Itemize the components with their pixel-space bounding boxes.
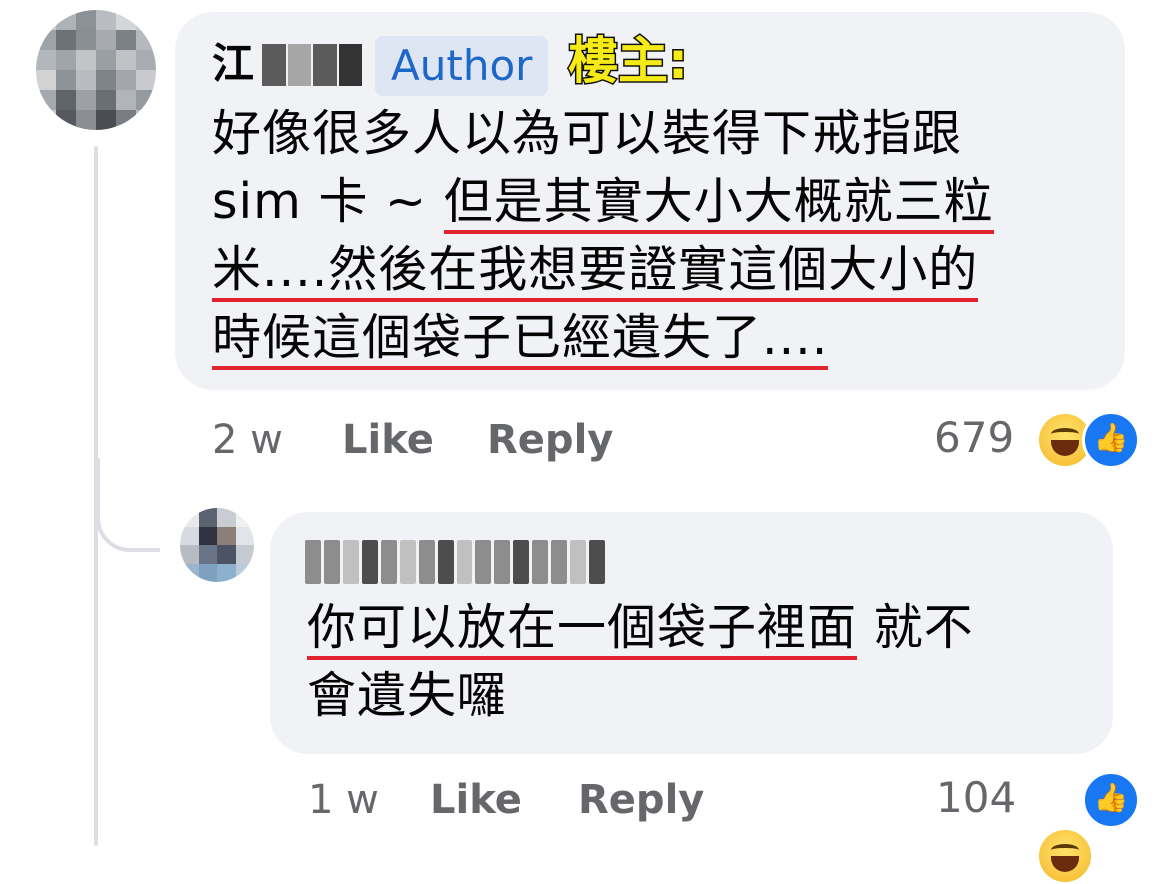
highlight-underline: 你可以放在一個袋子裡面	[307, 599, 858, 660]
highlight-underline: 時候這個袋子已經遺失了....	[212, 309, 829, 370]
reply-reaction-count[interactable]: 104	[936, 770, 1016, 826]
comment-text: 好像很多人以為可以裝得下戒指跟 sim 卡 ~ 但是其實大小大概就三粒 米...…	[212, 100, 1112, 372]
author-badge: Author	[375, 36, 549, 96]
reply-line: 會遺失囉	[307, 667, 508, 724]
reply-line: 你可以放在一個袋子裡面 就不	[307, 594, 1097, 662]
like-icon: 👍	[1082, 411, 1140, 469]
reply-timestamp[interactable]: 1 w	[308, 772, 379, 828]
highlight-underline: 米....然後在我想要證實這個大小的	[212, 241, 979, 302]
like-icon: 👍	[1082, 771, 1140, 829]
highlight-underline: 但是其實大小大概就三粒	[443, 173, 994, 234]
comment-line: 好像很多人以為可以裝得下戒指跟	[212, 105, 963, 162]
comment-timestamp[interactable]: 2 w	[212, 412, 283, 468]
reaction-count[interactable]: 679	[934, 410, 1014, 466]
reply-button[interactable]: Reply	[487, 412, 613, 468]
reply-avatar[interactable]	[180, 508, 254, 582]
reply-author-name-censored[interactable]	[305, 540, 605, 584]
haha-icon	[1037, 828, 1093, 884]
author-name-censored	[262, 44, 362, 86]
comment-line: sim 卡 ~ 但是其實大小大概就三粒	[212, 168, 1112, 236]
reply-like-button[interactable]: Like	[430, 772, 522, 828]
reply-reply-button[interactable]: Reply	[578, 772, 704, 828]
avatar[interactable]	[36, 10, 156, 130]
like-button[interactable]: Like	[342, 412, 434, 468]
reply-text: 你可以放在一個袋子裡面 就不 會遺失囉	[307, 594, 1097, 730]
comment-line: 米....然後在我想要證實這個大小的	[212, 236, 1112, 304]
op-annotation-label: 樓主:	[567, 31, 690, 92]
thread-connector	[96, 458, 160, 552]
author-name[interactable]: 江	[212, 34, 254, 94]
comment-line: 時候這個袋子已經遺失了....	[212, 304, 1112, 372]
